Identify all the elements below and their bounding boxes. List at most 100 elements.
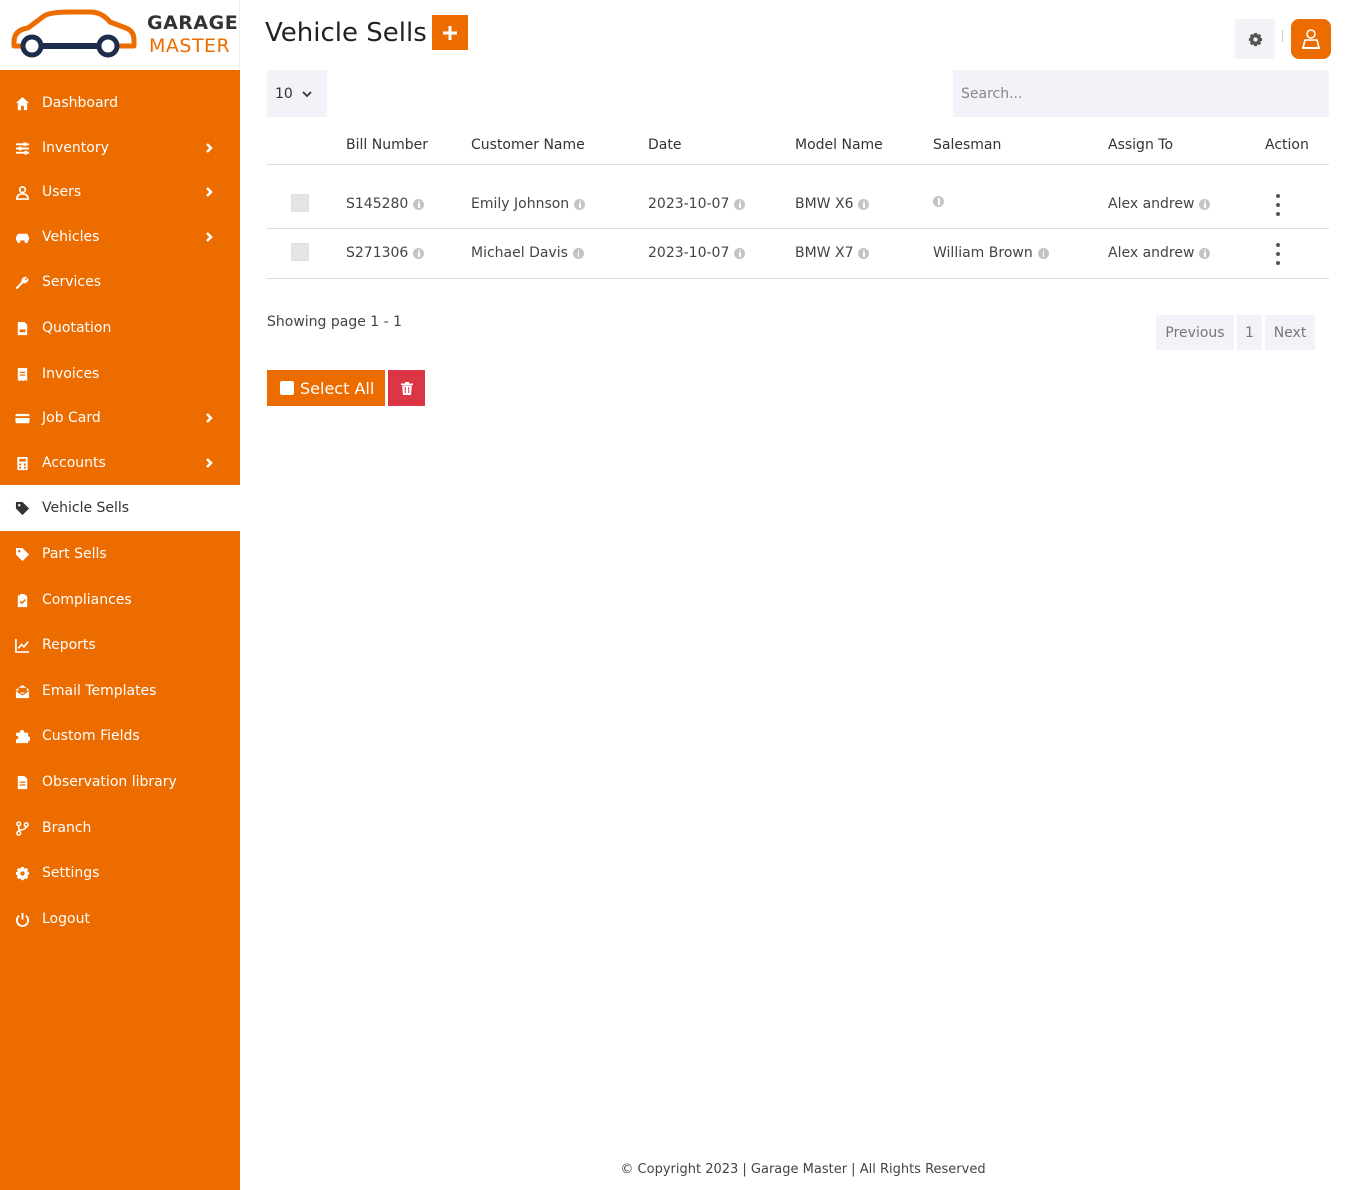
sidebar-item-observation-library[interactable]: Observation library [0, 760, 240, 804]
info-icon[interactable] [1199, 198, 1211, 210]
column-header-bill-number[interactable]: Bill Number [346, 137, 428, 153]
sidebar-item-compliances[interactable]: Compliances [0, 578, 240, 622]
salesman-cell: William Brown [933, 245, 1049, 261]
row-checkbox[interactable] [291, 243, 309, 261]
customer-name: Emily Johnson [471, 196, 570, 212]
select-all-checkbox[interactable] [280, 381, 294, 395]
chevron-right-icon [204, 396, 214, 440]
model-name-cell: BMW X7 [795, 245, 870, 261]
sidebar-item-vehicles[interactable]: Vehicles [0, 215, 240, 259]
sidebar-item-services[interactable]: Services [0, 260, 240, 304]
file-invoice-icon [14, 320, 30, 336]
model-name-cell: BMW X6 [795, 196, 870, 212]
info-icon[interactable] [858, 247, 870, 259]
sidebar-item-label: Inventory [42, 140, 109, 156]
column-header-date[interactable]: Date [648, 137, 681, 153]
chart-line-icon [14, 637, 30, 653]
info-icon[interactable] [734, 198, 746, 210]
info-icon[interactable] [413, 198, 425, 210]
sidebar-item-users[interactable]: Users [0, 170, 240, 214]
info-icon[interactable] [572, 247, 584, 259]
credit-card-icon [14, 410, 30, 426]
tag-icon [14, 500, 30, 516]
date-cell: 2023-10-07 [648, 245, 746, 261]
sidebar-item-label: Reports [42, 637, 96, 653]
sidebar-item-quotation[interactable]: Quotation [0, 306, 240, 350]
sidebar-item-label: Accounts [42, 455, 106, 471]
bill-number-cell: S271306 [346, 245, 425, 261]
row-actions-menu-icon[interactable] [1270, 194, 1286, 216]
select-all-button[interactable]: Select All [267, 370, 385, 406]
assign-to-cell: Alex andrew [1108, 245, 1211, 261]
select-all-label: Select All [300, 378, 375, 398]
date: 2023-10-07 [648, 245, 730, 261]
sidebar-item-label: Invoices [42, 366, 100, 382]
bill-number: S271306 [346, 245, 409, 261]
sidebar-item-inventory[interactable]: Inventory [0, 126, 240, 170]
pagination-next-button[interactable]: Next [1265, 315, 1315, 350]
calculator-icon [14, 455, 30, 471]
sliders-icon [14, 140, 30, 156]
sidebar-item-branch[interactable]: Branch [0, 806, 240, 850]
sidebar-item-accounts[interactable]: Accounts [0, 441, 240, 485]
column-header-salesman[interactable]: Salesman [933, 137, 1001, 153]
sidebar-item-label: Observation library [42, 774, 177, 790]
info-icon[interactable] [574, 198, 586, 210]
sidebar-item-vehicle-sells[interactable]: Vehicle Sells [0, 485, 240, 531]
sidebar-item-invoices[interactable]: Invoices [0, 352, 240, 396]
tag-icon [14, 546, 30, 562]
info-icon[interactable] [933, 196, 944, 207]
logo[interactable]: GARAGE MASTER [0, 0, 240, 70]
sidebar-item-label: Quotation [42, 320, 112, 336]
sidebar-item-label: Compliances [42, 592, 132, 608]
search-input[interactable] [953, 70, 1329, 117]
sidebar-item-custom-fields[interactable]: Custom Fields [0, 714, 240, 758]
date: 2023-10-07 [648, 196, 730, 212]
sidebar-item-label: Settings [42, 865, 100, 881]
model-name: BMW X6 [795, 196, 854, 212]
page-length-select[interactable]: 10 [267, 70, 327, 117]
assign-to: Alex andrew [1108, 245, 1195, 261]
row-checkbox[interactable] [291, 194, 309, 212]
sidebar-item-dashboard[interactable]: Dashboard [0, 81, 240, 125]
sidebar-item-job-card[interactable]: Job Card [0, 396, 240, 440]
pagination-previous-button[interactable]: Previous [1156, 315, 1234, 350]
pagination-page-button[interactable]: 1 [1237, 315, 1262, 350]
info-icon[interactable] [1199, 247, 1211, 259]
sidebar-item-label: Vehicles [42, 229, 100, 245]
user-icon [14, 184, 30, 200]
sidebar-item-reports[interactable]: Reports [0, 623, 240, 667]
brand-name-line1: GARAGE [147, 12, 239, 34]
car-icon [14, 229, 30, 245]
header-divider [1282, 30, 1283, 42]
power-icon [14, 911, 30, 927]
row-actions-menu-icon[interactable] [1270, 243, 1286, 265]
sidebar-item-settings[interactable]: Settings [0, 851, 240, 895]
sidebar-item-logout[interactable]: Logout [0, 897, 240, 941]
info-icon[interactable] [734, 247, 746, 259]
settings-button[interactable] [1235, 19, 1275, 59]
assign-to: Alex andrew [1108, 196, 1195, 212]
user-avatar-button[interactable] [1291, 19, 1331, 59]
add-vehicle-sell-button[interactable] [432, 15, 468, 50]
column-header-customer-name[interactable]: Customer Name [471, 137, 585, 153]
column-header-assign-to[interactable]: Assign To [1108, 137, 1173, 153]
user-avatar-icon [1301, 29, 1321, 49]
sidebar-item-part-sells[interactable]: Part Sells [0, 532, 240, 576]
info-icon[interactable] [413, 247, 425, 259]
puzzle-icon [14, 728, 30, 744]
sidebar-item-label: Dashboard [42, 95, 118, 111]
info-icon[interactable] [1037, 247, 1049, 259]
pagination-info: Showing page 1 - 1 [267, 314, 403, 330]
sidebar-item-email-templates[interactable]: Email Templates [0, 669, 240, 713]
sidebar-item-label: Vehicle Sells [42, 500, 130, 516]
gear-icon [14, 865, 30, 881]
customer-name-cell: Michael Davis [471, 245, 584, 261]
delete-selected-button[interactable] [388, 370, 425, 406]
column-header-model-name[interactable]: Model Name [795, 137, 883, 153]
file-text-icon [14, 774, 30, 790]
chevron-right-icon [204, 126, 214, 170]
date-cell: 2023-10-07 [648, 196, 746, 212]
column-header-action: Action [1265, 137, 1309, 153]
info-icon[interactable] [858, 198, 870, 210]
